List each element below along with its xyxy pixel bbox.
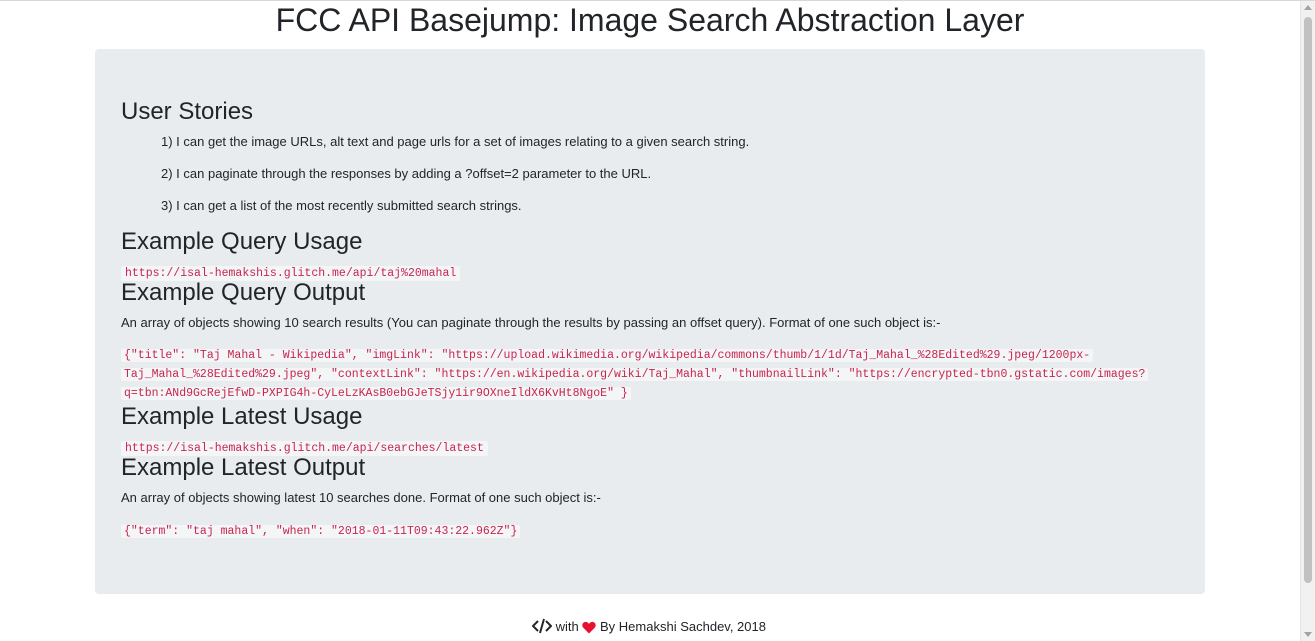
page-title: FCC API Basejump: Image Search Abstracti… xyxy=(275,2,1025,38)
user-stories-list: 1) I can get the image URLs, alt text an… xyxy=(121,134,1179,214)
example-latest-output-code: {"term": "taj mahal", "when": "2018-01-1… xyxy=(121,525,521,538)
vertical-scrollbar[interactable] xyxy=(1300,1,1315,641)
content-panel: User Stories 1) I can get the image URLs… xyxy=(95,49,1205,594)
footer: with By Hemakshi Sachdev, 2018 xyxy=(0,618,1298,636)
code-line: Taj_Mahal_%28Edited%29.jpeg", "contextLi… xyxy=(121,368,1149,381)
code-line: {"title": "Taj Mahal - Wikipedia", "imgL… xyxy=(121,349,1094,362)
example-query-output-heading: Example Query Output xyxy=(121,279,366,306)
scroll-down-arrow-icon[interactable] xyxy=(1304,632,1312,637)
example-query-usage-heading: Example Query Usage xyxy=(121,228,363,255)
user-stories-heading: User Stories xyxy=(121,98,254,125)
heart-icon xyxy=(582,621,597,634)
example-query-output-code: {"title": "Taj Mahal - Wikipedia", "imgL… xyxy=(121,346,1179,403)
scroll-up-arrow-icon[interactable] xyxy=(1304,5,1312,10)
user-story-item: 2) I can paginate through the responses … xyxy=(161,166,652,181)
scrollbar-thumb[interactable] xyxy=(1304,17,1312,583)
user-story-item: 1) I can get the image URLs, alt text an… xyxy=(161,134,750,149)
footer-author-text: By Hemakshi Sachdev, 2018 xyxy=(600,619,766,634)
example-query-output-description: An array of objects showing 10 search re… xyxy=(121,315,941,330)
footer-with-text: with xyxy=(555,619,579,634)
example-latest-output-description: An array of objects showing latest 10 se… xyxy=(121,490,601,505)
user-story-item: 3) I can get a list of the most recently… xyxy=(161,198,522,213)
example-latest-output-heading: Example Latest Output xyxy=(121,454,366,481)
example-latest-usage-heading: Example Latest Usage xyxy=(121,403,363,430)
code-icon xyxy=(531,618,553,634)
code-line: q=tbn:ANd9GcRejEfwD-PXPIG4h-CyLeLzKAsB0e… xyxy=(121,387,631,400)
